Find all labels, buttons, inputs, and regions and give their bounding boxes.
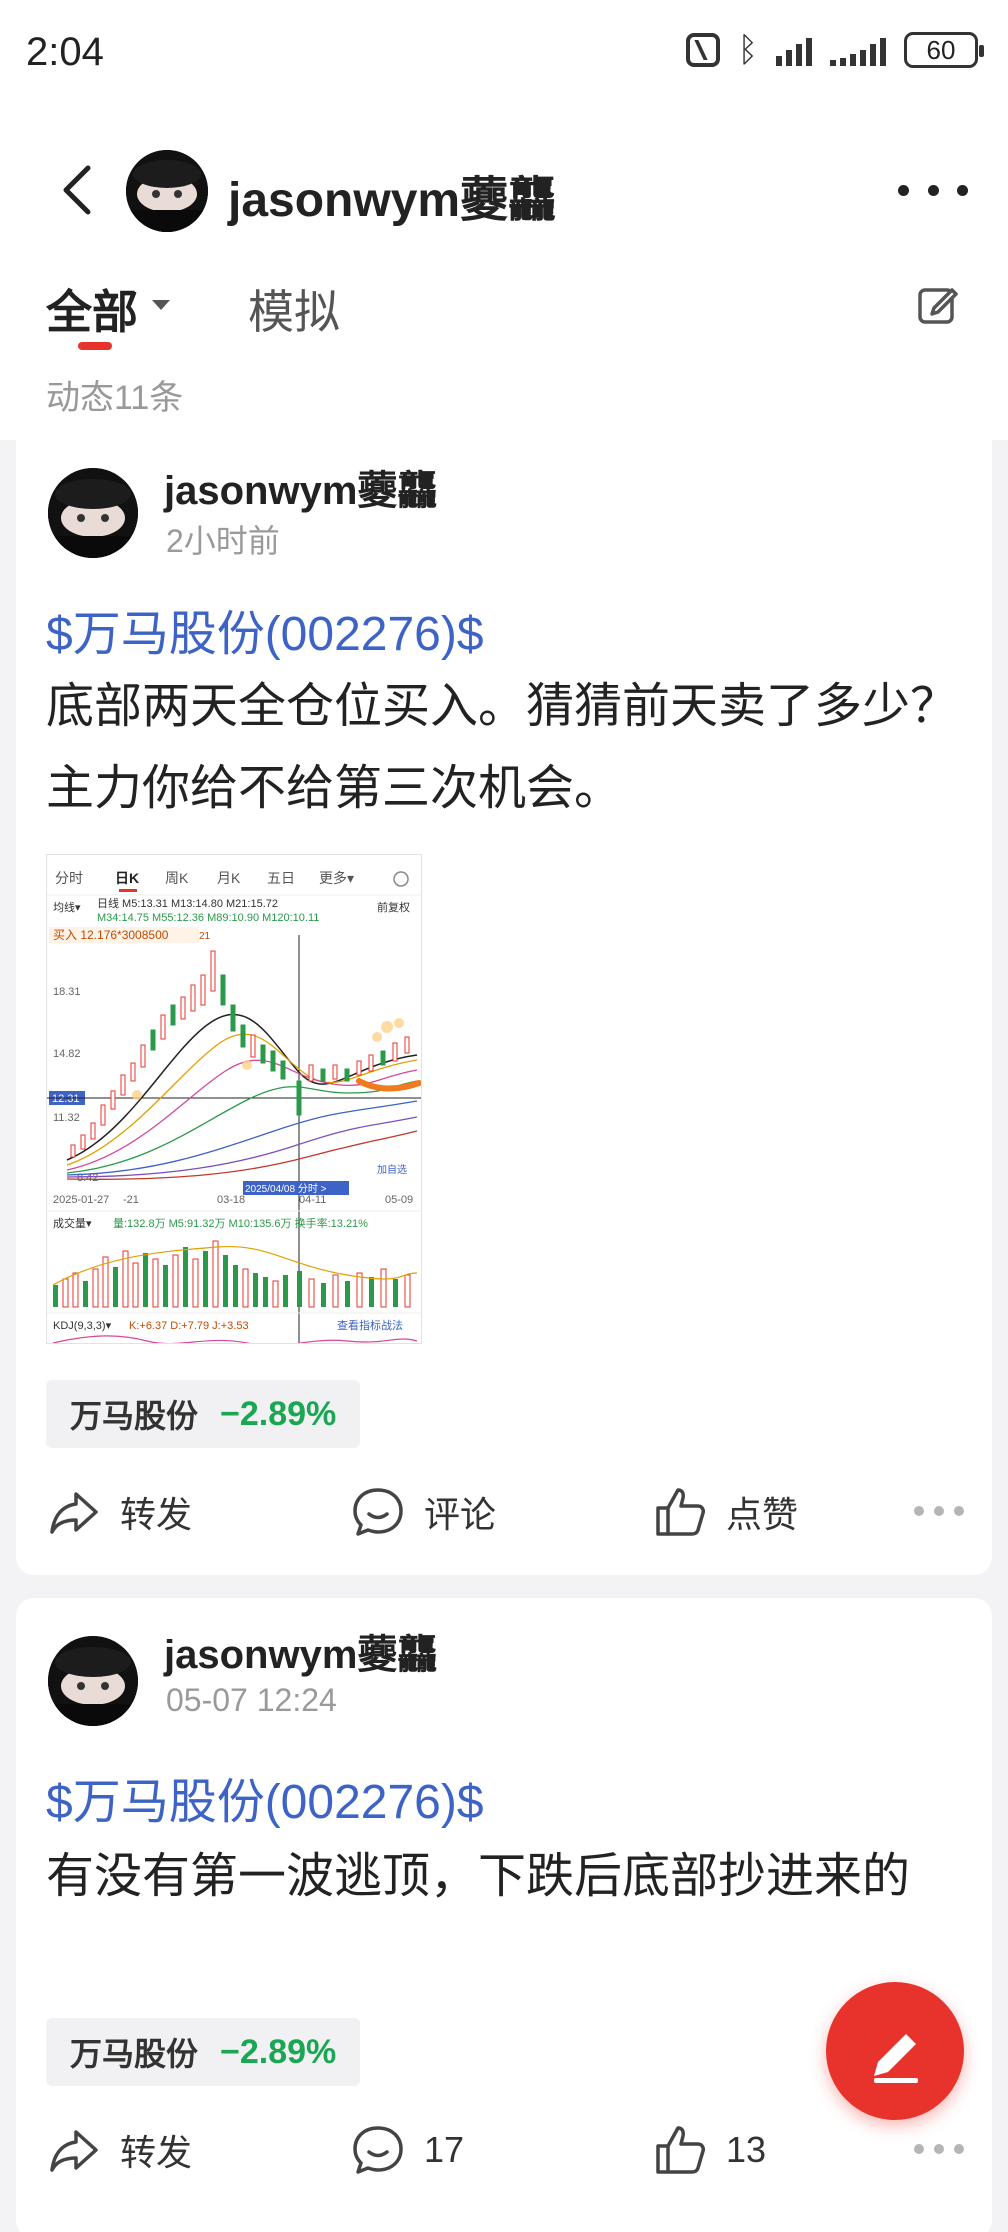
feed-count: 动态11条	[46, 379, 184, 417]
chart-kdj-values: K:+6.37 D:+7.79 J:+3.53	[129, 1320, 249, 1332]
author-name[interactable]: jasonwym虁龘	[164, 1622, 437, 1680]
chart-x-label-5: 05-09	[385, 1194, 413, 1206]
post-image[interactable]: 分时 日K 周K 月K 五日 更多▾ 均线▾ 日线 M5:13.31 M13:1…	[46, 854, 422, 1344]
post-card[interactable]: jasonwym虁龘 2小时前 $万马股份(002276)$ 底部两天全仓位买入…	[16, 440, 992, 1575]
chart-tab-fiveday: 五日	[267, 870, 295, 886]
chart-ma-line1: 日线 M5:13.31 M13:14.80 M21:15.72	[97, 896, 278, 910]
tab-bar: 全部 模拟	[0, 270, 1008, 360]
tab-active-indicator	[78, 342, 112, 350]
chart-x-label-1: 2025-01-27	[53, 1194, 109, 1206]
quote-change: −2.89%	[220, 2032, 337, 2071]
chart-tab-monthly: 月K	[217, 870, 241, 886]
repost-label: 转发	[120, 1494, 193, 1535]
chart-x-label-2: -21	[123, 1194, 139, 1206]
nfc-icon	[685, 33, 720, 67]
tab-all[interactable]: 全部	[46, 276, 138, 342]
chart-vol-label: 成交量▾	[53, 1216, 92, 1230]
comment-button[interactable]: 评论	[350, 1472, 496, 1552]
post-time: 05-07 12:24	[166, 1682, 337, 1718]
chart-tab-fenshi: 分时	[55, 870, 83, 886]
chart-tab-weekly: 周K	[165, 870, 189, 886]
more-menu-icon[interactable]	[898, 170, 968, 210]
chart-tab-daily: 日K	[115, 870, 139, 886]
post-text: 有没有第一波逃顶，下跌后底部抄进来的	[46, 1850, 911, 1903]
edit-icon[interactable]	[916, 282, 960, 326]
back-arrow-icon[interactable]	[50, 160, 110, 220]
stock-tag-link[interactable]: $万马股份(002276)$	[46, 1762, 484, 1832]
chart-y-label-1: 18.31	[53, 986, 81, 998]
chart-y-label-3: 12.31	[52, 1093, 80, 1105]
chart-buy-note-suffix: 21	[199, 931, 211, 942]
thumbs-up-icon	[656, 1488, 705, 1536]
stock-quote-chip[interactable]: 万马股份 −2.89%	[46, 1380, 361, 1448]
chart-vol-values: 量:132.8万 M5:91.32万 M10:135.6万 换手率:13.21%	[113, 1216, 368, 1230]
post-text: 底部两天全仓位买入。猜猜前天卖了多少？主力你给不给第三次机会。	[46, 680, 959, 815]
chart-buy-note: 买入 12.176*3008500	[53, 928, 169, 942]
chart-ma-label: 均线▾	[53, 900, 81, 914]
comment-button[interactable]: 17	[350, 2110, 464, 2190]
chart-cursor-date: 2025/04/08 分时 >	[245, 1183, 327, 1195]
quote-stock-name: 万马股份	[70, 2036, 199, 2072]
author-name[interactable]: jasonwym虁龘	[164, 458, 437, 516]
avatar[interactable]	[126, 150, 208, 232]
signal-icon	[776, 34, 812, 66]
like-button[interactable]: 13	[652, 2110, 766, 2190]
post-more-icon[interactable]	[914, 1506, 964, 1516]
profile-username: jasonwym虁龘	[228, 174, 557, 227]
chart-x-label-3: 03-18	[217, 1194, 245, 1206]
chart-y-label-2: 14.82	[53, 1048, 81, 1060]
stock-tag-link[interactable]: $万马股份(002276)$	[46, 594, 484, 664]
signal-icon-2	[830, 34, 886, 66]
comment-bubble-icon	[353, 2126, 403, 2174]
quote-stock-name: 万马股份	[70, 1398, 199, 1434]
post-more-icon[interactable]	[914, 2144, 964, 2154]
chart-adjust: 前复权	[377, 900, 410, 914]
battery-icon: 60	[904, 32, 984, 68]
chart-tab-more: 更多▾	[319, 870, 354, 886]
thumbs-up-icon	[656, 2126, 705, 2174]
status-time: 2:04	[26, 30, 104, 74]
share-arrow-icon	[50, 2130, 98, 2172]
profile-header: jasonwym虁龘	[0, 130, 1008, 250]
chart-ma-line2: M34:14.75 M55:12.36 M89:10.90 M120:10.11	[97, 912, 319, 924]
repost-button[interactable]: 转发	[46, 2110, 192, 2190]
repost-button[interactable]: 转发	[46, 1472, 192, 1552]
quote-change: −2.89%	[220, 1394, 337, 1433]
author-avatar[interactable]	[48, 1636, 138, 1726]
like-button[interactable]: 点赞	[652, 1472, 798, 1552]
like-label: 点赞	[726, 1494, 799, 1535]
status-icons: ᛒ 60	[685, 30, 984, 70]
stock-quote-chip[interactable]: 万马股份 −2.89%	[46, 2018, 361, 2086]
like-count: 13	[726, 2129, 767, 2170]
repost-label: 转发	[120, 2132, 193, 2173]
bluetooth-icon: ᛒ	[737, 30, 758, 70]
status-bar: 2:04 ᛒ 60	[0, 0, 1008, 110]
post-time: 2小时前	[166, 523, 280, 559]
post-actions: 转发 评论 点赞	[16, 1472, 992, 1552]
chart-x-label-4: 04-11	[299, 1194, 326, 1206]
dropdown-caret-icon[interactable]	[152, 300, 170, 310]
pencil-icon	[874, 2034, 918, 2083]
chart-kdj-label: KDJ(9,3,3)▾	[53, 1320, 112, 1332]
comment-bubble-icon	[353, 1488, 403, 1536]
author-avatar[interactable]	[48, 468, 138, 558]
tab-simulation[interactable]: 模拟	[248, 276, 340, 342]
share-arrow-icon	[50, 1492, 98, 1534]
compose-button[interactable]	[826, 1982, 964, 2120]
post-card[interactable]: jasonwym虁龘 05-07 12:24 $万马股份(002276)$ 有没…	[16, 1598, 992, 2232]
comment-label: 评论	[424, 1494, 497, 1535]
chart-y-label-4: 11.32	[53, 1112, 80, 1124]
chart-kdj-link: 查看指标战法	[337, 1318, 403, 1332]
post-actions: 转发 17 13	[16, 2110, 992, 2190]
chart-add-watch: 加自选	[377, 1163, 407, 1176]
comment-count: 17	[424, 2129, 465, 2170]
